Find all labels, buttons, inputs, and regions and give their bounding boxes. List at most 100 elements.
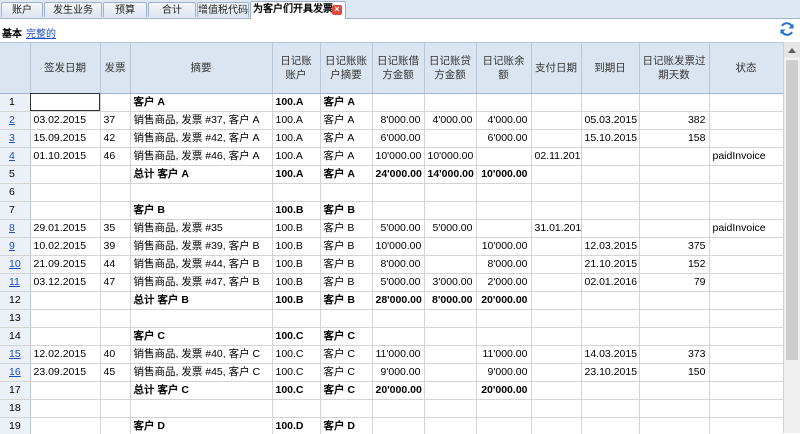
- cell-status[interactable]: [709, 291, 783, 310]
- cell-description[interactable]: 销售商品, 发票 #40, 客户 C: [130, 345, 273, 364]
- cell-journal-balance[interactable]: [476, 147, 532, 166]
- cell-journal-account-desc[interactable]: 客户 B: [320, 237, 373, 256]
- cell-payment-date[interactable]: [531, 327, 582, 346]
- cell-status[interactable]: paidInvoice: [709, 219, 783, 238]
- table-row[interactable]: 9 10.02.2015 39 销售商品, 发票 #39, 客户 B 100.B 客户 B…: [0, 237, 783, 256]
- cell-overdue-days[interactable]: [639, 327, 710, 346]
- table-row[interactable]: 6: [0, 183, 783, 202]
- cell-journal-balance[interactable]: [476, 219, 532, 238]
- cell-status[interactable]: [709, 345, 783, 364]
- cell-journal-account[interactable]: 100.D: [272, 417, 321, 434]
- tab-vat-codes[interactable]: 增值税代码: [197, 2, 249, 17]
- cell-payment-date[interactable]: [531, 309, 582, 328]
- cell-journal-account[interactable]: 100.C: [272, 363, 321, 382]
- cell-description[interactable]: 客户 B: [130, 201, 273, 220]
- row-number[interactable]: 3: [0, 129, 31, 148]
- cell-due-date[interactable]: [581, 219, 640, 238]
- cell-journal-balance[interactable]: [476, 309, 532, 328]
- cell-status[interactable]: [709, 381, 783, 400]
- cell-journal-credit[interactable]: 3'000.00: [424, 273, 477, 292]
- table-row[interactable]: 18: [0, 399, 783, 418]
- cell-payment-date[interactable]: [531, 201, 582, 220]
- cell-invoice[interactable]: 37: [100, 111, 131, 130]
- table-row[interactable]: 15 12.02.2015 40 销售商品, 发票 #40, 客户 C 100.C 客户 …: [0, 345, 783, 364]
- column-header-issue-date[interactable]: 签发日期: [30, 43, 101, 94]
- cell-journal-account-desc[interactable]: 客户 B: [320, 219, 373, 238]
- cell-description[interactable]: 客户 A: [130, 93, 273, 112]
- cell-due-date[interactable]: [581, 399, 640, 418]
- cell-journal-account[interactable]: [272, 309, 321, 328]
- column-header-journal-account-desc[interactable]: 日记账账户摘要: [320, 43, 373, 94]
- cell-description[interactable]: 销售商品, 发票 #37, 客户 A: [130, 111, 273, 130]
- cell-payment-date[interactable]: [531, 165, 582, 184]
- cell-journal-account-desc[interactable]: [320, 399, 373, 418]
- cell-status[interactable]: [709, 165, 783, 184]
- vertical-scrollbar[interactable]: [783, 42, 800, 433]
- cell-journal-account[interactable]: 100.B: [272, 237, 321, 256]
- column-header-journal-balance[interactable]: 日记账余额: [476, 43, 532, 94]
- column-header-payment-date[interactable]: 支付日期: [531, 43, 582, 94]
- cell-issue-date[interactable]: [30, 417, 101, 434]
- cell-journal-debit[interactable]: 8'000.00: [372, 111, 425, 130]
- cell-due-date[interactable]: 21.10.2015: [581, 255, 640, 274]
- view-basic[interactable]: 基本: [2, 25, 22, 40]
- tab-totals[interactable]: 合计: [148, 2, 196, 17]
- column-header-row-number[interactable]: [0, 43, 31, 94]
- cell-issue-date[interactable]: [30, 183, 101, 202]
- cell-invoice[interactable]: 44: [100, 255, 131, 274]
- cell-journal-balance[interactable]: 10'000.00: [476, 237, 532, 256]
- cell-journal-balance[interactable]: [476, 399, 532, 418]
- cell-payment-date[interactable]: [531, 129, 582, 148]
- cell-journal-account[interactable]: 100.C: [272, 381, 321, 400]
- cell-overdue-days[interactable]: [639, 399, 710, 418]
- cell-journal-credit[interactable]: 4'000.00: [424, 111, 477, 130]
- cell-journal-account[interactable]: 100.A: [272, 111, 321, 130]
- table-row[interactable]: 17 总计 客户 C 100.C 客户 C 20'000.00 20'000.00: [0, 381, 783, 400]
- cell-issue-date[interactable]: [30, 327, 101, 346]
- cell-status[interactable]: [709, 237, 783, 256]
- cell-journal-debit[interactable]: [372, 327, 425, 346]
- cell-overdue-days[interactable]: 382: [639, 111, 710, 130]
- cell-journal-debit[interactable]: [372, 417, 425, 434]
- table-row[interactable]: 14 客户 C 100.C 客户 C: [0, 327, 783, 346]
- cell-journal-account[interactable]: 100.B: [272, 255, 321, 274]
- cell-journal-account-desc[interactable]: 客户 A: [320, 111, 373, 130]
- cell-description[interactable]: 销售商品, 发票 #46, 客户 A: [130, 147, 273, 166]
- cell-journal-account[interactable]: [272, 399, 321, 418]
- cell-journal-account[interactable]: 100.A: [272, 165, 321, 184]
- cell-payment-date[interactable]: [531, 363, 582, 382]
- column-header-journal-debit[interactable]: 日记账借方金额: [372, 43, 425, 94]
- cell-journal-account-desc[interactable]: 客户 D: [320, 417, 373, 434]
- cell-journal-debit[interactable]: 10'000.00: [372, 147, 425, 166]
- cell-issue-date[interactable]: 03.02.2015: [30, 111, 101, 130]
- row-number[interactable]: 2: [0, 111, 31, 130]
- cell-journal-account-desc[interactable]: 客户 A: [320, 129, 373, 148]
- cell-due-date[interactable]: [581, 93, 640, 112]
- column-header-invoice[interactable]: 发票: [100, 43, 131, 94]
- cell-journal-account[interactable]: 100.B: [272, 201, 321, 220]
- cell-invoice[interactable]: [100, 309, 131, 328]
- table-row[interactable]: 1 客户 A 100.A 客户 A: [0, 93, 783, 112]
- cell-journal-account-desc[interactable]: [320, 183, 373, 202]
- cell-journal-account-desc[interactable]: 客户 A: [320, 93, 373, 112]
- cell-journal-balance[interactable]: 10'000.00: [476, 165, 532, 184]
- cell-description[interactable]: 销售商品, 发票 #39, 客户 B: [130, 237, 273, 256]
- cell-overdue-days[interactable]: [639, 93, 710, 112]
- cell-description[interactable]: 销售商品, 发票 #47, 客户 B: [130, 273, 273, 292]
- cell-due-date[interactable]: [581, 309, 640, 328]
- cell-journal-debit[interactable]: [372, 399, 425, 418]
- table-row[interactable]: 3 15.09.2015 42 销售商品, 发票 #42, 客户 A 100.A 客户 A…: [0, 129, 783, 148]
- cell-journal-debit[interactable]: 24'000.00: [372, 165, 425, 184]
- cell-invoice[interactable]: [100, 399, 131, 418]
- cell-journal-account[interactable]: 100.B: [272, 219, 321, 238]
- cell-issue-date[interactable]: 12.02.2015: [30, 345, 101, 364]
- cell-issue-date[interactable]: [30, 93, 101, 112]
- cell-journal-credit[interactable]: [424, 183, 477, 202]
- cell-overdue-days[interactable]: 79: [639, 273, 710, 292]
- cell-journal-debit[interactable]: 5'000.00: [372, 273, 425, 292]
- cell-journal-account-desc[interactable]: 客户 C: [320, 345, 373, 364]
- cell-journal-account[interactable]: 100.A: [272, 147, 321, 166]
- cell-journal-balance[interactable]: 20'000.00: [476, 291, 532, 310]
- cell-journal-account[interactable]: 100.A: [272, 93, 321, 112]
- cell-status[interactable]: [709, 417, 783, 434]
